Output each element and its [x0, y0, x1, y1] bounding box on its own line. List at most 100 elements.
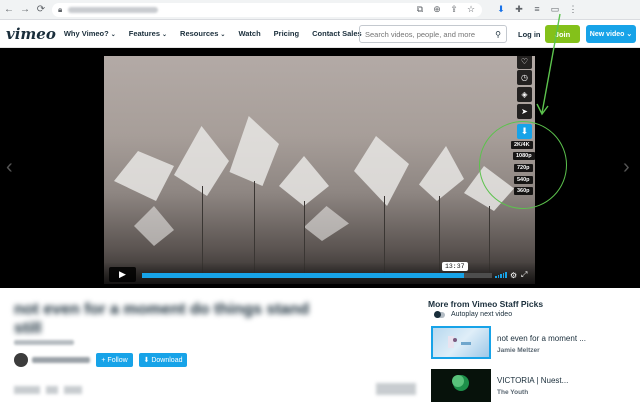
- star-icon[interactable]: ☆: [466, 4, 476, 15]
- video-frame[interactable]: ♡ ◷ ◈ ➤ ⬇ 2K/4K 1080p 720p 540p 360p ▶ ⚙…: [104, 56, 535, 284]
- share-icon[interactable]: ⇪: [449, 4, 459, 15]
- play-button[interactable]: ▶: [109, 267, 136, 282]
- timecode-tooltip: 13:37: [442, 262, 468, 271]
- fullscreen-icon[interactable]: ⤢: [521, 270, 527, 280]
- video-title: not even for a moment do things stand st…: [14, 301, 310, 337]
- stat-placeholder: [46, 386, 58, 394]
- video-thumbnail[interactable]: [431, 326, 491, 359]
- search-icon[interactable]: ⚲: [495, 30, 501, 39]
- new-video-button[interactable]: New video ⌄: [586, 25, 636, 43]
- quality-option-720p[interactable]: 720p: [514, 164, 533, 172]
- url-text: [68, 6, 159, 13]
- menu-icon[interactable]: ⋮: [568, 4, 578, 15]
- site-header: vimeo Why Vimeo? ⌄ Features ⌄ Resources ⌄ W…: [0, 20, 640, 48]
- volume-bar: [497, 275, 499, 278]
- scene-flag: [114, 151, 174, 201]
- clock-icon: ◷: [521, 73, 528, 82]
- search-box: ⚲: [359, 25, 507, 43]
- chevron-down-icon: ⌄: [220, 32, 226, 38]
- download-button[interactable]: ⬇: [517, 124, 532, 139]
- like-button[interactable]: ♡: [517, 56, 532, 69]
- player-stage: ‹ › ♡ ◷ ◈ ➤ ⬇ 2K/4K 1080p 720p 540p 360p…: [0, 48, 640, 288]
- heart-icon: ♡: [520, 57, 529, 66]
- translate-icon[interactable]: ⧉: [415, 4, 425, 15]
- play-icon: ▶: [119, 269, 126, 279]
- collections-button[interactable]: ◈: [517, 87, 532, 102]
- chevron-down-icon: ⌄: [162, 32, 168, 38]
- download-icon: ⬇: [520, 126, 529, 136]
- stat-placeholder: [14, 386, 40, 394]
- nav-resources[interactable]: Resources ⌄: [180, 29, 225, 38]
- player-controls: ▶ ⚙ ⤢: [104, 262, 535, 284]
- quality-option-540p[interactable]: 540p: [514, 176, 533, 184]
- nav-features[interactable]: Features ⌄: [129, 29, 167, 38]
- scene-flag: [464, 166, 514, 211]
- nav-contact-sales[interactable]: Contact Sales: [312, 29, 362, 38]
- next-video-arrow-icon[interactable]: ›: [623, 156, 630, 179]
- chevron-down-icon: ⌄: [626, 31, 633, 38]
- more-from-heading: More from Vimeo Staff Picks: [428, 299, 544, 309]
- thumbnail-image: [452, 375, 469, 391]
- quality-option-1080p[interactable]: 1080p: [513, 152, 535, 160]
- thumbnail-image: [448, 336, 471, 348]
- lock-icon[interactable]: 🔒︎: [58, 5, 62, 15]
- download-link-button[interactable]: ⬇ Download: [139, 353, 187, 367]
- address-bar[interactable]: 🔒︎ ⧉ ⊕ ⇪ ☆: [52, 2, 482, 17]
- volume-bar: [502, 273, 504, 278]
- chevron-down-icon: ⌄: [110, 32, 116, 38]
- scene-flag: [279, 156, 329, 206]
- nav-why-vimeo[interactable]: Why Vimeo? ⌄: [64, 29, 116, 38]
- stat-placeholder: [376, 383, 416, 395]
- download-extension-icon[interactable]: ⬇: [496, 4, 506, 15]
- follow-button[interactable]: + Follow: [96, 353, 133, 367]
- join-button[interactable]: Join: [545, 25, 580, 43]
- vimeo-logo[interactable]: vimeo: [6, 25, 56, 43]
- volume-bar: [495, 276, 497, 278]
- forward-icon[interactable]: →: [20, 4, 30, 15]
- list-item-author[interactable]: The Youth: [497, 389, 528, 396]
- quality-option-2k[interactable]: 2K/4K: [511, 141, 533, 149]
- volume-bar: [500, 274, 502, 278]
- download-icon: ⬇: [143, 357, 150, 364]
- scene-flag: [419, 146, 464, 201]
- video-thumbnail[interactable]: [431, 369, 491, 402]
- volume-control[interactable]: [495, 272, 507, 278]
- login-link[interactable]: Log in: [518, 30, 541, 39]
- volume-bar: [505, 272, 507, 278]
- reload-icon[interactable]: ⟳: [36, 4, 46, 15]
- avatar[interactable]: [14, 353, 28, 367]
- scene-flag: [354, 136, 409, 206]
- back-icon[interactable]: ←: [4, 4, 14, 15]
- previous-video-arrow-icon[interactable]: ‹: [6, 156, 13, 179]
- scene-flag: [229, 116, 279, 186]
- send-icon: ➤: [521, 107, 528, 116]
- browser-toolbar: ← → ⟳ 🔒︎ ⧉ ⊕ ⇪ ☆ ⬇ ✚ ≡ ▭ ⋮: [0, 0, 640, 20]
- progress-fill: [142, 273, 464, 278]
- progress-bar[interactable]: [142, 273, 492, 278]
- puzzle-icon[interactable]: ✚: [514, 4, 524, 15]
- video-date-meta: [14, 340, 74, 345]
- autoplay-toggle[interactable]: Autoplay next video: [434, 310, 513, 318]
- list-item-title[interactable]: not even for a moment ...: [497, 334, 586, 343]
- main-nav: Why Vimeo? ⌄ Features ⌄ Resources ⌄ Watch P…: [64, 29, 362, 38]
- scene-flag: [304, 206, 349, 241]
- stat-placeholder: [64, 386, 82, 394]
- settings-gear-icon[interactable]: ⚙: [510, 271, 517, 280]
- list-item-title[interactable]: VICTORIA | Nuest...: [497, 376, 568, 385]
- nav-watch[interactable]: Watch: [238, 29, 260, 38]
- sidebar-icon[interactable]: ▭: [550, 4, 560, 15]
- search-input[interactable]: [365, 29, 496, 39]
- reading-list-icon[interactable]: ≡: [532, 4, 542, 15]
- toggle-switch[interactable]: [434, 310, 445, 318]
- share-button[interactable]: ➤: [517, 104, 532, 119]
- zoom-icon[interactable]: ⊕: [432, 4, 442, 15]
- watch-later-button[interactable]: ◷: [517, 70, 532, 85]
- autoplay-label: Autoplay next video: [451, 311, 513, 318]
- list-item-author[interactable]: Jamie Meltzer: [497, 347, 540, 354]
- plus-icon: +: [101, 356, 106, 364]
- owner-name[interactable]: [32, 357, 90, 363]
- quality-option-360p[interactable]: 360p: [514, 187, 533, 195]
- layers-icon: ◈: [521, 90, 528, 99]
- scene-flag: [134, 206, 174, 246]
- nav-pricing[interactable]: Pricing: [274, 29, 299, 38]
